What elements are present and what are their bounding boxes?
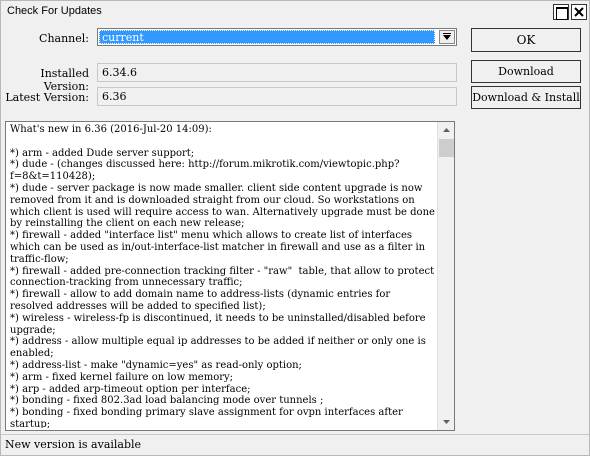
status-text: New version is available: [5, 438, 142, 451]
scroll-up-icon[interactable]: [439, 123, 454, 138]
installed-version-field[interactable]: 6.34.6: [97, 63, 457, 82]
scroll-down-icon[interactable]: [439, 414, 454, 429]
channel-label: Channel:: [39, 32, 89, 45]
ok-button[interactable]: OK: [471, 28, 581, 52]
vertical-scrollbar[interactable]: [437, 122, 454, 430]
latest-version-field[interactable]: 6.36: [97, 87, 457, 106]
status-bar: New version is available: [1, 434, 589, 455]
release-notes-text: What's new in 6.36 (2016-Jul-20 14:09): …: [10, 124, 435, 428]
scrollbar-thumb[interactable]: [439, 139, 454, 157]
window-title: Check For Updates: [7, 5, 102, 17]
release-notes-box[interactable]: What's new in 6.36 (2016-Jul-20 14:09): …: [5, 121, 455, 431]
close-button[interactable]: [571, 4, 587, 20]
download-button[interactable]: Download: [471, 60, 581, 83]
dropdown-arrow-icon[interactable]: [439, 30, 455, 44]
installed-version-label: Installed Version:: [40, 67, 89, 93]
latest-version-label: Latest Version:: [5, 91, 89, 104]
download-and-install-button[interactable]: Download & Install: [471, 86, 581, 109]
close-icon: [574, 7, 584, 17]
maximize-button[interactable]: [553, 4, 569, 20]
channel-selected-value: current: [99, 30, 435, 44]
channel-select[interactable]: current: [97, 28, 457, 46]
check-for-updates-window: Check For Updates Channel: current Insta…: [0, 0, 590, 456]
title-bar: Check For Updates: [1, 1, 589, 23]
